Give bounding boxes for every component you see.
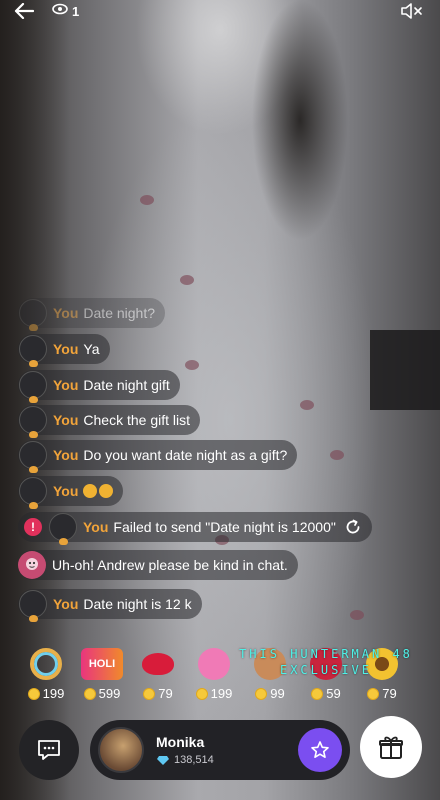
chat-text: Ya — [83, 341, 100, 357]
coin-icon — [83, 687, 96, 700]
video-shade — [370, 330, 440, 410]
holi-icon: HOLI — [81, 648, 123, 680]
video-shade — [230, 0, 370, 300]
avatar — [19, 335, 47, 367]
host-info: Monika 138,514 — [156, 734, 214, 766]
chat-bubble-icon — [38, 740, 60, 760]
coin-icon — [367, 687, 380, 700]
chat-text: Failed to send "Date night is 12000" — [113, 519, 336, 535]
watermark-line: EXCLUSIVE — [279, 663, 373, 677]
chat-message[interactable]: You Date night is 12 k — [18, 589, 202, 622]
chat-text: Date night is 12 k — [83, 596, 192, 612]
chat-username: You — [53, 305, 79, 321]
avatar — [19, 406, 47, 438]
avatar — [19, 590, 47, 622]
system-bot-icon — [18, 551, 46, 579]
gift-box-icon — [379, 736, 403, 759]
video-shade — [350, 610, 364, 620]
gift-price: 599 — [83, 686, 121, 701]
avatar[interactable] — [98, 727, 144, 773]
viewer-count: 1 — [72, 3, 80, 19]
retry-icon[interactable] — [344, 518, 362, 536]
gift-price: 79 — [143, 686, 173, 701]
video-shade — [180, 275, 194, 285]
chat-username: You — [53, 447, 79, 463]
chat-username: You — [53, 596, 79, 612]
gift-price-value: 79 — [158, 686, 173, 701]
gift-price: 79 — [367, 686, 397, 701]
chat-text: Date night? — [83, 305, 156, 321]
gift-price-value: 99 — [270, 686, 285, 701]
sticker-emoji-icon — [83, 484, 114, 498]
chat-username: You — [53, 341, 79, 357]
chat-button[interactable] — [19, 720, 79, 780]
video-shade — [140, 195, 154, 205]
system-warning-message: Uh-oh! Andrew please be kind in chat. — [18, 550, 298, 580]
chat-message[interactable]: You — [18, 476, 124, 509]
gift-price-value: 79 — [382, 686, 397, 701]
gift-price: 199 — [27, 686, 65, 701]
chat-message[interactable]: You Do you want date night as a gift? — [18, 440, 298, 473]
error-icon: ! — [24, 518, 42, 536]
coin-icon — [27, 687, 40, 700]
chat-username: You — [53, 412, 79, 428]
video-shade — [330, 450, 344, 460]
speaker-muted-icon[interactable] — [400, 2, 426, 25]
avatar — [19, 299, 47, 331]
gift-button[interactable] — [360, 716, 422, 778]
chat-message[interactable]: You Date night? — [18, 298, 166, 331]
gift-item[interactable]: 79 — [130, 648, 186, 708]
chat-message[interactable]: You Ya — [18, 334, 110, 367]
diamond-icon — [157, 755, 169, 765]
gift-item[interactable]: 199 — [18, 648, 74, 708]
rainbow-ring-icon — [30, 648, 62, 680]
avatar — [19, 477, 47, 509]
bottom-bar: Monika 138,514 — [0, 712, 440, 792]
chat-username: You — [53, 377, 79, 393]
chat-message-failed[interactable]: ! You Failed to send "Date night is 1200… — [18, 512, 372, 545]
watermark: THIS HUNTERMAN 48 EXCLUSIVE — [226, 646, 426, 678]
coin-icon — [195, 687, 208, 700]
chat-message[interactable]: You Date night gift — [18, 370, 180, 403]
gift-price-value: 59 — [326, 686, 341, 701]
avatar — [49, 513, 77, 545]
follow-button[interactable] — [298, 728, 342, 772]
diamond-count: 138,514 — [174, 754, 214, 766]
gift-price-value: 599 — [98, 686, 121, 701]
watermark-line: THIS HUNTERMAN 48 — [239, 647, 413, 661]
coin-icon — [255, 687, 268, 700]
star-icon — [311, 741, 329, 758]
coin-icon — [143, 687, 156, 700]
chat-username: You — [83, 519, 109, 535]
host-diamonds: 138,514 — [156, 754, 214, 766]
host-name: Monika — [156, 734, 205, 750]
top-bar: 1 — [0, 0, 440, 22]
eye-icon — [52, 2, 68, 20]
chat-text: Do you want date night as a gift? — [83, 447, 288, 463]
chat-text: Date night gift — [83, 377, 170, 393]
chat-message[interactable]: You Check the gift list — [18, 405, 201, 438]
video-shade — [185, 360, 199, 370]
avatar — [19, 441, 47, 473]
back-arrow-icon[interactable] — [14, 2, 36, 20]
gift-price: 199 — [195, 686, 233, 701]
chat-text: Check the gift list — [83, 412, 191, 428]
gift-price-value: 199 — [42, 686, 65, 701]
host-profile[interactable]: Monika 138,514 — [90, 720, 350, 780]
coin-icon — [311, 687, 324, 700]
video-shade — [300, 400, 314, 410]
gift-item[interactable]: HOLI 599 — [74, 648, 130, 708]
avatar — [19, 371, 47, 403]
lips-icon — [142, 653, 174, 675]
gift-price: 59 — [311, 686, 341, 701]
chat-username: You — [53, 483, 79, 499]
gift-price-value: 199 — [210, 686, 233, 701]
chat-text: Uh-oh! Andrew please be kind in chat. — [52, 557, 288, 573]
viewer-counter[interactable]: 1 — [52, 2, 79, 20]
gift-price: 99 — [255, 686, 285, 701]
